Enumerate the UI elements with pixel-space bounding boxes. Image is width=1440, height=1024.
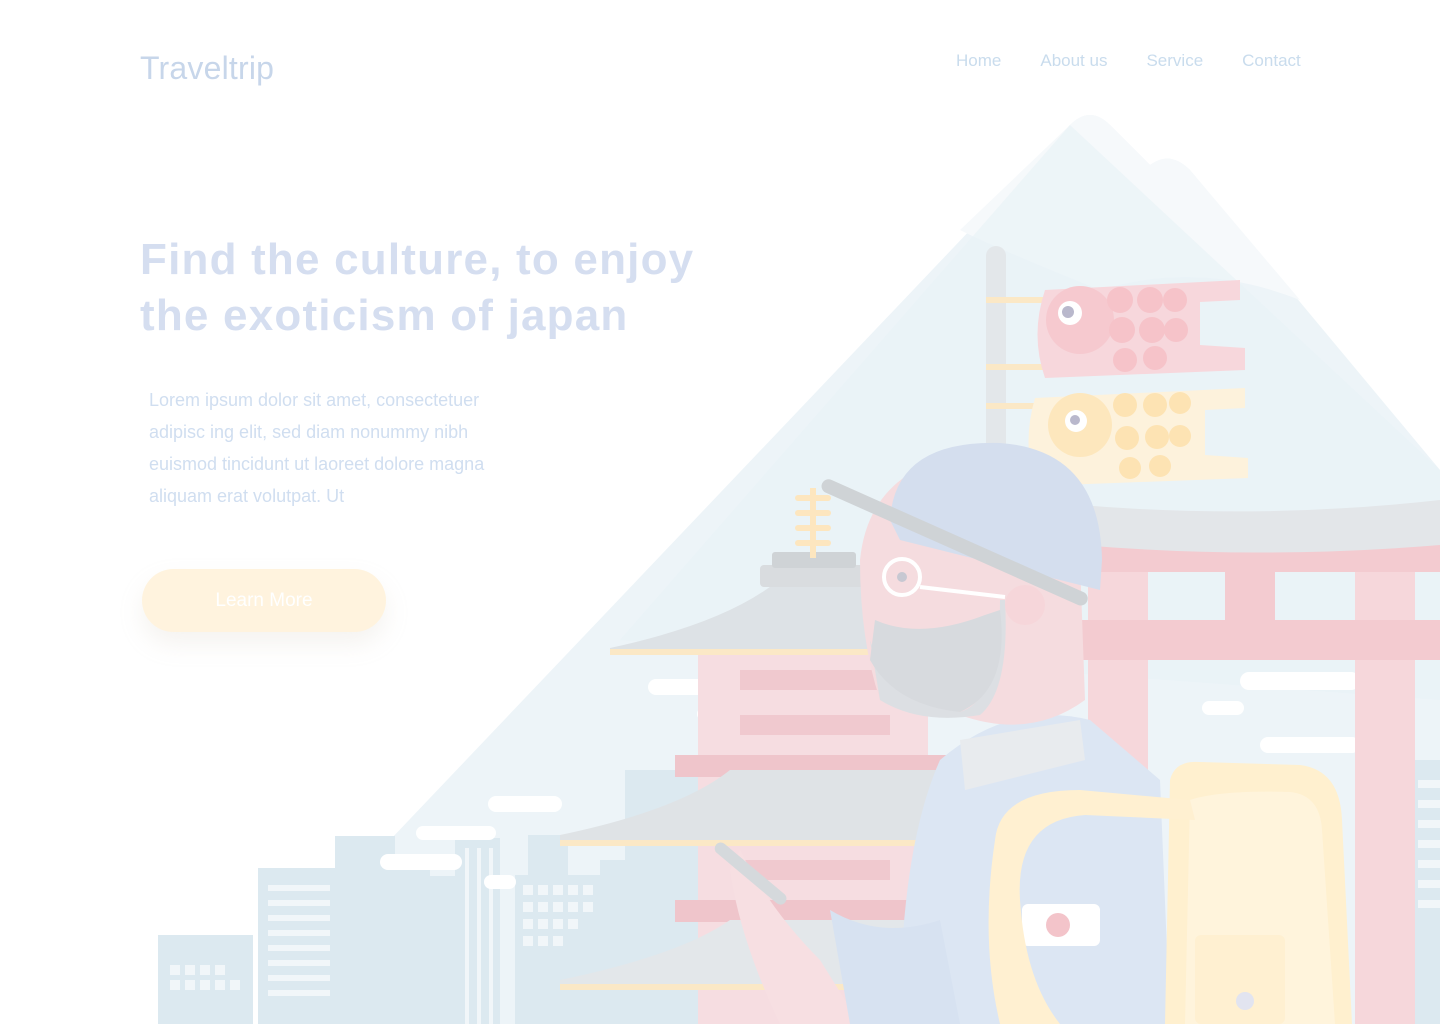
hero-title: Find the culture, to enjoy the exoticism…: [140, 232, 760, 344]
hero-description-line: aliquam erat volutpat. Ut: [149, 486, 345, 506]
hero-title-line-2: the exoticism of japan: [140, 291, 629, 340]
learn-more-button[interactable]: Learn More: [142, 569, 386, 632]
hero-description: Lorem ipsum dolor sit amet, consectetuer…: [149, 384, 519, 512]
hero-title-line-1: Find the culture, to enjoy: [140, 235, 695, 284]
hero-description-line: adipisc ing elit, sed diam nonummy nibh: [149, 422, 469, 442]
hero-description-line: euismod tincidunt ut laoreet dolore magn…: [149, 454, 485, 474]
hero-illustration: [158, 115, 1440, 1024]
hero-description-line: Lorem ipsum dolor sit amet, consectetuer: [149, 390, 480, 410]
